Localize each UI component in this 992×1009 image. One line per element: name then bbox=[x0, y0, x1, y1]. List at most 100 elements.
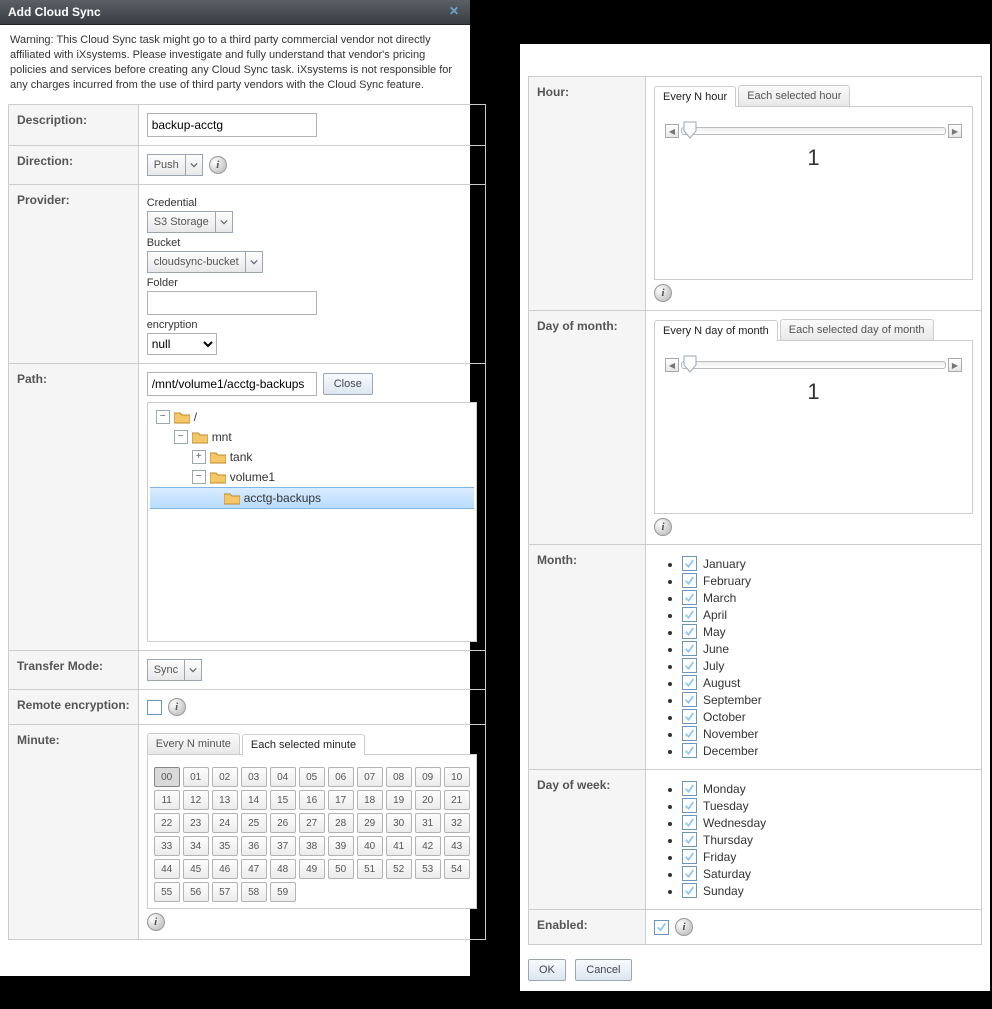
minute-08[interactable]: 08 bbox=[386, 767, 412, 787]
hour-slider[interactable]: ◀ ▶ bbox=[665, 121, 962, 139]
minute-46[interactable]: 46 bbox=[212, 859, 238, 879]
minute-40[interactable]: 40 bbox=[357, 836, 383, 856]
slider-inc-icon[interactable]: ▶ bbox=[948, 124, 962, 138]
minute-58[interactable]: 58 bbox=[241, 882, 267, 902]
minute-27[interactable]: 27 bbox=[299, 813, 325, 833]
info-icon[interactable]: i bbox=[654, 518, 672, 536]
minute-37[interactable]: 37 bbox=[270, 836, 296, 856]
minute-00[interactable]: 00 bbox=[154, 767, 180, 787]
tab-each-selected-minute[interactable]: Each selected minute bbox=[242, 734, 365, 755]
minute-57[interactable]: 57 bbox=[212, 882, 238, 902]
month-checkbox-june[interactable] bbox=[682, 641, 697, 656]
cancel-button[interactable]: Cancel bbox=[575, 959, 631, 981]
minute-26[interactable]: 26 bbox=[270, 813, 296, 833]
dow-checkbox-tuesday[interactable] bbox=[682, 798, 697, 813]
minute-24[interactable]: 24 bbox=[212, 813, 238, 833]
minute-51[interactable]: 51 bbox=[357, 859, 383, 879]
minute-48[interactable]: 48 bbox=[270, 859, 296, 879]
tree-item-mnt[interactable]: mnt bbox=[212, 430, 232, 444]
minute-34[interactable]: 34 bbox=[183, 836, 209, 856]
minute-47[interactable]: 47 bbox=[241, 859, 267, 879]
slider-handle[interactable] bbox=[683, 355, 697, 373]
tab-each-selected-hour[interactable]: Each selected hour bbox=[738, 85, 850, 106]
minute-05[interactable]: 05 bbox=[299, 767, 325, 787]
minute-35[interactable]: 35 bbox=[212, 836, 238, 856]
minute-54[interactable]: 54 bbox=[444, 859, 470, 879]
minute-06[interactable]: 06 bbox=[328, 767, 354, 787]
info-icon[interactable]: i bbox=[147, 913, 165, 931]
slider-inc-icon[interactable]: ▶ bbox=[948, 358, 962, 372]
tab-every-n-minute[interactable]: Every N minute bbox=[147, 733, 240, 754]
minute-17[interactable]: 17 bbox=[328, 790, 354, 810]
dow-checkbox-monday[interactable] bbox=[682, 781, 697, 796]
bucket-select[interactable]: cloudsync-bucket bbox=[147, 251, 263, 273]
minute-36[interactable]: 36 bbox=[241, 836, 267, 856]
folder-input[interactable] bbox=[147, 291, 317, 315]
title-bar[interactable]: Add Cloud Sync ✕ bbox=[0, 0, 470, 25]
minute-19[interactable]: 19 bbox=[386, 790, 412, 810]
dow-checkbox-sunday[interactable] bbox=[682, 883, 697, 898]
path-tree[interactable]: − / − mnt + tank bbox=[147, 402, 477, 642]
credential-select[interactable]: S3 Storage bbox=[147, 211, 233, 233]
dow-checkbox-thursday[interactable] bbox=[682, 832, 697, 847]
close-button[interactable]: Close bbox=[323, 373, 373, 395]
minute-55[interactable]: 55 bbox=[154, 882, 180, 902]
month-checkbox-march[interactable] bbox=[682, 590, 697, 605]
month-checkbox-november[interactable] bbox=[682, 726, 697, 741]
tab-every-n-hour[interactable]: Every N hour bbox=[654, 86, 736, 107]
minute-53[interactable]: 53 bbox=[415, 859, 441, 879]
month-checkbox-september[interactable] bbox=[682, 692, 697, 707]
month-checkbox-april[interactable] bbox=[682, 607, 697, 622]
minute-59[interactable]: 59 bbox=[270, 882, 296, 902]
direction-select[interactable]: Push bbox=[147, 154, 203, 176]
transfer-mode-select[interactable]: Sync bbox=[147, 659, 202, 681]
minute-32[interactable]: 32 bbox=[444, 813, 470, 833]
minute-31[interactable]: 31 bbox=[415, 813, 441, 833]
enabled-checkbox[interactable] bbox=[654, 920, 669, 935]
month-checkbox-january[interactable] bbox=[682, 556, 697, 571]
minute-16[interactable]: 16 bbox=[299, 790, 325, 810]
month-checkbox-october[interactable] bbox=[682, 709, 697, 724]
minute-42[interactable]: 42 bbox=[415, 836, 441, 856]
collapse-icon[interactable]: − bbox=[156, 410, 170, 424]
slider-handle[interactable] bbox=[683, 121, 697, 139]
minute-15[interactable]: 15 bbox=[270, 790, 296, 810]
dow-checkbox-wednesday[interactable] bbox=[682, 815, 697, 830]
dow-checkbox-saturday[interactable] bbox=[682, 866, 697, 881]
minute-49[interactable]: 49 bbox=[299, 859, 325, 879]
minute-21[interactable]: 21 bbox=[444, 790, 470, 810]
tab-each-selected-dom[interactable]: Each selected day of month bbox=[780, 319, 934, 340]
slider-dec-icon[interactable]: ◀ bbox=[665, 124, 679, 138]
minute-45[interactable]: 45 bbox=[183, 859, 209, 879]
info-icon[interactable]: i bbox=[209, 156, 227, 174]
tree-item-acctg-backups[interactable]: acctg-backups bbox=[244, 491, 321, 505]
info-icon[interactable]: i bbox=[654, 284, 672, 302]
tree-item-tank[interactable]: tank bbox=[230, 450, 253, 464]
minute-44[interactable]: 44 bbox=[154, 859, 180, 879]
minute-33[interactable]: 33 bbox=[154, 836, 180, 856]
minute-18[interactable]: 18 bbox=[357, 790, 383, 810]
month-checkbox-february[interactable] bbox=[682, 573, 697, 588]
minute-22[interactable]: 22 bbox=[154, 813, 180, 833]
minute-56[interactable]: 56 bbox=[183, 882, 209, 902]
dom-slider[interactable]: ◀ ▶ bbox=[665, 355, 962, 373]
dow-checkbox-friday[interactable] bbox=[682, 849, 697, 864]
info-icon[interactable]: i bbox=[168, 698, 186, 716]
tree-root[interactable]: / bbox=[194, 410, 197, 424]
minute-01[interactable]: 01 bbox=[183, 767, 209, 787]
minute-52[interactable]: 52 bbox=[386, 859, 412, 879]
tree-item-volume1[interactable]: volume1 bbox=[230, 470, 275, 484]
minute-41[interactable]: 41 bbox=[386, 836, 412, 856]
minute-13[interactable]: 13 bbox=[212, 790, 238, 810]
encryption-select[interactable]: null bbox=[147, 333, 217, 355]
path-input[interactable] bbox=[147, 372, 317, 396]
minute-43[interactable]: 43 bbox=[444, 836, 470, 856]
minute-02[interactable]: 02 bbox=[212, 767, 238, 787]
minute-11[interactable]: 11 bbox=[154, 790, 180, 810]
tab-every-n-dom[interactable]: Every N day of month bbox=[654, 320, 778, 341]
minute-04[interactable]: 04 bbox=[270, 767, 296, 787]
minute-29[interactable]: 29 bbox=[357, 813, 383, 833]
month-checkbox-august[interactable] bbox=[682, 675, 697, 690]
collapse-icon[interactable]: − bbox=[174, 430, 188, 444]
minute-30[interactable]: 30 bbox=[386, 813, 412, 833]
